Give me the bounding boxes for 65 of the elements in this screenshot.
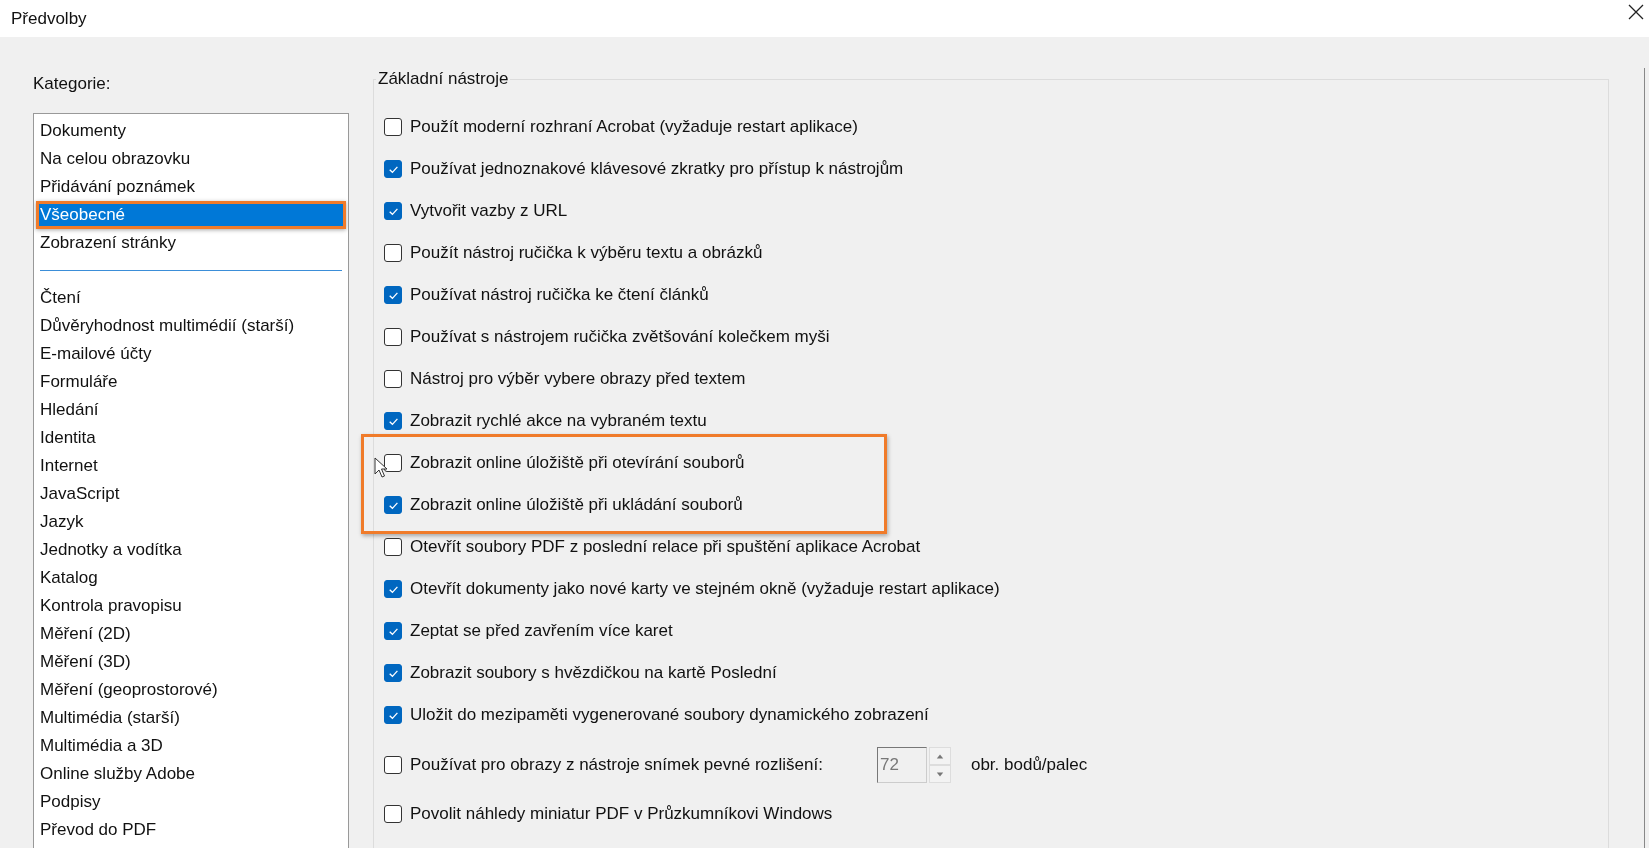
category-item[interactable]: Dokumenty bbox=[39, 120, 343, 142]
option-label: Uložit do mezipaměti vygenerované soubory dynamického zobrazení bbox=[410, 705, 929, 725]
category-item[interactable]: Na celou obrazovku bbox=[39, 148, 343, 170]
category-item[interactable]: JavaScript bbox=[39, 483, 343, 505]
category-item[interactable]: Přidávání poznámek bbox=[39, 176, 343, 198]
close-icon[interactable] bbox=[1628, 3, 1644, 20]
category-item[interactable]: Měření (geoprostorové) bbox=[39, 679, 343, 701]
checkbox[interactable] bbox=[384, 580, 402, 598]
checkbox[interactable] bbox=[384, 805, 402, 823]
option-label: Používat nástroj ručička ke čtení článků bbox=[410, 285, 709, 305]
category-item[interactable]: Online služby Adobe bbox=[39, 763, 343, 785]
checkbox[interactable] bbox=[384, 454, 402, 472]
checkbox[interactable] bbox=[384, 538, 402, 556]
option-label: Zobrazit rychlé akce na vybraném textu bbox=[410, 411, 707, 431]
option-label: Použít nástroj ručička k výběru textu a obrázků bbox=[410, 243, 763, 263]
checkbox[interactable] bbox=[384, 118, 402, 136]
option-label: Použít moderní rozhraní Acrobat (vyžaduje restart aplikace) bbox=[410, 117, 858, 137]
unit-label: obr. bodů/palec bbox=[970, 754, 1088, 775]
category-label: Kategorie: bbox=[33, 74, 111, 94]
category-item[interactable]: Katalog bbox=[39, 567, 343, 589]
checkbox[interactable] bbox=[384, 160, 402, 178]
category-item[interactable]: Zobrazení stránky bbox=[39, 232, 343, 254]
option-label: Zeptat se před zavřením více karet bbox=[410, 621, 673, 641]
option-label: Povolit náhledy miniatur PDF v Průzkumníkovi Windows bbox=[410, 804, 833, 824]
checkbox[interactable] bbox=[384, 370, 402, 388]
window-title: Předvolby bbox=[11, 8, 87, 29]
category-item[interactable]: Měření (2D) bbox=[39, 623, 343, 645]
category-item[interactable]: Identita bbox=[39, 427, 343, 449]
checkbox[interactable] bbox=[384, 622, 402, 640]
category-item[interactable]: Multimédia a 3D bbox=[39, 735, 343, 757]
checkbox[interactable] bbox=[384, 286, 402, 304]
category-item[interactable]: Kontrola pravopisu bbox=[39, 595, 343, 617]
category-item[interactable]: Jednotky a vodítka bbox=[39, 539, 343, 561]
category-item[interactable]: Jazyk bbox=[39, 511, 343, 533]
option-label: Nástroj pro výběr vybere obrazy před textem bbox=[410, 369, 746, 389]
category-item[interactable]: Měření (3D) bbox=[39, 651, 343, 673]
category-item[interactable]: Internet bbox=[39, 455, 343, 477]
option-label: Používat jednoznakové klávesové zkratky pro přístup k nástrojům bbox=[410, 159, 904, 179]
category-item[interactable]: Multimédia (starší) bbox=[39, 707, 343, 729]
option-label: Zobrazit online úložiště při ukládání souborů bbox=[410, 495, 743, 515]
checkbox[interactable] bbox=[384, 755, 402, 774]
option-label: Otevřít dokumenty jako nové karty ve stejném okně (vyžaduje restart aplikace) bbox=[410, 579, 1000, 599]
option-label: Otevřít soubory PDF z poslední relace při spuštění aplikace Acrobat bbox=[410, 537, 921, 557]
checkbox[interactable] bbox=[384, 328, 402, 346]
checkbox[interactable] bbox=[384, 496, 402, 514]
option-label: Zobrazit online úložiště při otevírání souborů bbox=[410, 453, 745, 473]
option-label: Používat s nástrojem ručička zvětšování kolečkem myši bbox=[410, 327, 830, 347]
checkbox[interactable] bbox=[384, 244, 402, 262]
category-item[interactable]: Hledání bbox=[39, 399, 343, 421]
category-item[interactable]: Všeobecné bbox=[39, 204, 343, 226]
checkbox[interactable] bbox=[384, 706, 402, 724]
category-item[interactable]: Čtení bbox=[39, 287, 343, 309]
group-title: Základní nástroje bbox=[376, 69, 511, 89]
option-label: Používat pro obrazy z nástroje snímek pevné rozlišení: bbox=[410, 754, 823, 775]
category-item[interactable]: E-mailové účty bbox=[39, 343, 343, 365]
checkbox[interactable] bbox=[384, 202, 402, 220]
mouse-pointer-icon bbox=[374, 457, 388, 479]
checkbox[interactable] bbox=[384, 412, 402, 430]
category-item[interactable]: Převod do PDF bbox=[39, 819, 343, 841]
category-item[interactable]: Důvěryhodnost multimédií (starší) bbox=[39, 315, 343, 337]
option-label: Vytvořit vazby z URL bbox=[410, 201, 568, 221]
category-item[interactable]: Formuláře bbox=[39, 371, 343, 393]
category-item[interactable]: Podpisy bbox=[39, 791, 343, 813]
checkbox[interactable] bbox=[384, 664, 402, 682]
option-label: Zobrazit soubory s hvězdičkou na kartě Poslední bbox=[410, 663, 777, 683]
